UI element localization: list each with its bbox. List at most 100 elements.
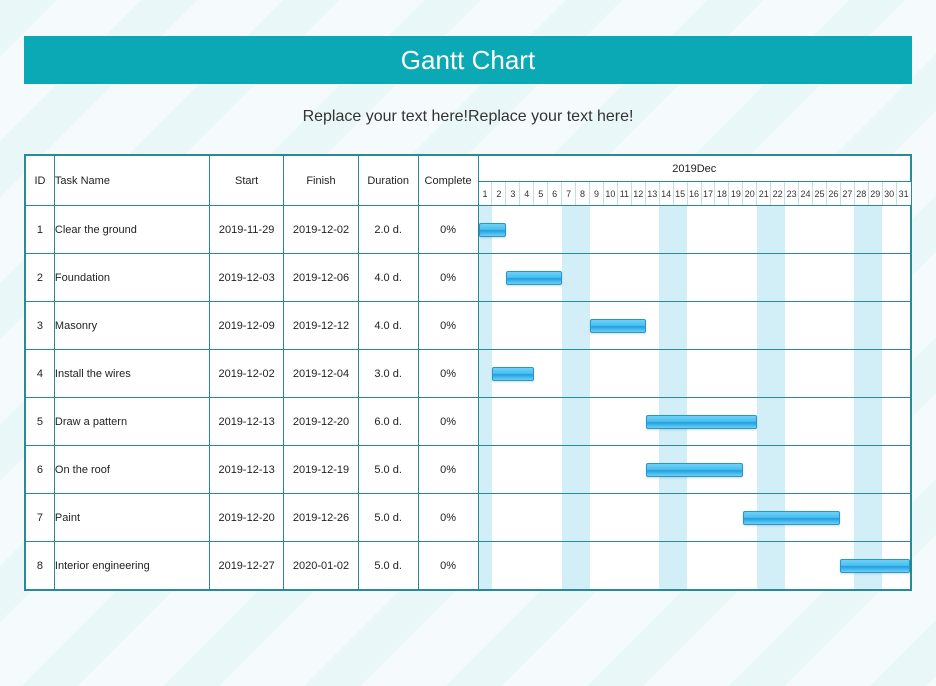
cell-complete: 0%	[418, 254, 478, 302]
cell-id: 5	[26, 398, 55, 446]
timeline-cell	[478, 494, 910, 542]
cell-id: 2	[26, 254, 55, 302]
gantt-bar	[479, 223, 507, 237]
cell-finish: 2019-12-19	[284, 446, 358, 494]
cell-finish: 2020-01-02	[284, 542, 358, 590]
timeline-day-header: 29	[868, 182, 882, 206]
cell-finish: 2019-12-26	[284, 494, 358, 542]
cell-complete: 0%	[418, 206, 478, 254]
timeline-day-header: 3	[506, 182, 520, 206]
cell-start: 2019-12-13	[209, 446, 283, 494]
cell-id: 3	[26, 302, 55, 350]
cell-complete: 0%	[418, 542, 478, 590]
timeline-cell	[478, 206, 910, 254]
cell-name: Foundation	[54, 254, 209, 302]
cell-id: 7	[26, 494, 55, 542]
cell-duration: 3.0 d.	[358, 350, 418, 398]
timeline-day-header: 1	[478, 182, 492, 206]
timeline-day-header: 23	[785, 182, 799, 206]
cell-name: Clear the ground	[54, 206, 209, 254]
timeline-day-header: 26	[826, 182, 840, 206]
cell-duration: 2.0 d.	[358, 206, 418, 254]
cell-duration: 4.0 d.	[358, 254, 418, 302]
cell-start: 2019-12-03	[209, 254, 283, 302]
gantt-bar	[743, 511, 840, 525]
cell-start: 2019-12-02	[209, 350, 283, 398]
timeline-day-header: 20	[743, 182, 757, 206]
cell-duration: 4.0 d.	[358, 302, 418, 350]
timeline-day-header: 8	[576, 182, 590, 206]
timeline-day-header: 16	[687, 182, 701, 206]
timeline-day-header: 13	[645, 182, 659, 206]
timeline-day-header: 11	[617, 182, 631, 206]
cell-complete: 0%	[418, 446, 478, 494]
column-header-id: ID	[26, 156, 55, 206]
cell-complete: 0%	[418, 302, 478, 350]
cell-name: Interior engineering	[54, 542, 209, 590]
task-row: 3Masonry2019-12-092019-12-124.0 d.0%	[26, 302, 911, 350]
task-row: 4Install the wires2019-12-022019-12-043.…	[26, 350, 911, 398]
column-header-start: Start	[209, 156, 283, 206]
title-bar: Gantt Chart	[24, 36, 912, 84]
timeline-month-header: 2019Dec	[478, 156, 910, 182]
timeline-day-header: 21	[757, 182, 771, 206]
timeline-day-header: 30	[882, 182, 896, 206]
timeline-cell	[478, 254, 910, 302]
cell-complete: 0%	[418, 350, 478, 398]
timeline-day-header: 15	[673, 182, 687, 206]
cell-start: 2019-12-20	[209, 494, 283, 542]
task-row: 7Paint2019-12-202019-12-265.0 d.0%	[26, 494, 911, 542]
cell-duration: 5.0 d.	[358, 542, 418, 590]
timeline-day-header: 7	[562, 182, 576, 206]
cell-complete: 0%	[418, 494, 478, 542]
page-title: Gantt Chart	[401, 45, 535, 76]
cell-name: Paint	[54, 494, 209, 542]
cell-finish: 2019-12-02	[284, 206, 358, 254]
timeline-day-header: 2	[492, 182, 506, 206]
gantt-bar	[646, 463, 743, 477]
gantt-bar	[840, 559, 910, 573]
cell-finish: 2019-12-12	[284, 302, 358, 350]
cell-name: Draw a pattern	[54, 398, 209, 446]
task-row: 6On the roof2019-12-132019-12-195.0 d.0%	[26, 446, 911, 494]
timeline-day-header: 10	[603, 182, 617, 206]
timeline-cell	[478, 302, 910, 350]
timeline-day-header: 18	[715, 182, 729, 206]
cell-duration: 5.0 d.	[358, 446, 418, 494]
timeline-day-header: 19	[729, 182, 743, 206]
timeline-day-header: 17	[701, 182, 715, 206]
timeline-day-header: 22	[771, 182, 785, 206]
gantt-table: IDTask NameStartFinishDurationComplete20…	[25, 155, 911, 590]
task-row: 8Interior engineering2019-12-272020-01-0…	[26, 542, 911, 590]
timeline-day-header: 12	[631, 182, 645, 206]
task-row: 1Clear the ground2019-11-292019-12-022.0…	[26, 206, 911, 254]
timeline-day-header: 5	[534, 182, 548, 206]
gantt-bar	[646, 415, 757, 429]
cell-finish: 2019-12-20	[284, 398, 358, 446]
timeline-day-header: 25	[813, 182, 827, 206]
column-header-duration: Duration	[358, 156, 418, 206]
column-header-complete: Complete	[418, 156, 478, 206]
timeline-cell	[478, 542, 910, 590]
cell-duration: 6.0 d.	[358, 398, 418, 446]
timeline-day-header: 27	[840, 182, 854, 206]
cell-start: 2019-12-13	[209, 398, 283, 446]
timeline-day-header: 9	[590, 182, 604, 206]
timeline-day-header: 28	[854, 182, 868, 206]
cell-complete: 0%	[418, 398, 478, 446]
cell-duration: 5.0 d.	[358, 494, 418, 542]
gantt-bar	[590, 319, 646, 333]
cell-finish: 2019-12-06	[284, 254, 358, 302]
cell-id: 4	[26, 350, 55, 398]
cell-finish: 2019-12-04	[284, 350, 358, 398]
task-row: 5Draw a pattern2019-12-132019-12-206.0 d…	[26, 398, 911, 446]
timeline-day-header: 31	[896, 182, 910, 206]
timeline-cell	[478, 398, 910, 446]
timeline-day-header: 24	[799, 182, 813, 206]
timeline-cell	[478, 350, 910, 398]
column-header-finish: Finish	[284, 156, 358, 206]
cell-id: 1	[26, 206, 55, 254]
cell-id: 6	[26, 446, 55, 494]
cell-name: On the roof	[54, 446, 209, 494]
gantt-bar	[506, 271, 562, 285]
